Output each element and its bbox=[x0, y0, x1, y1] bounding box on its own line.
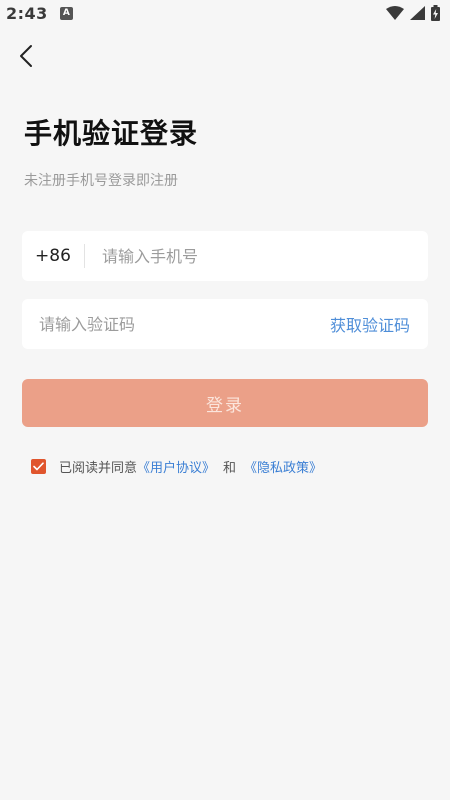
cellular-signal-icon bbox=[410, 6, 425, 20]
status-bar: 2:43 A bbox=[0, 0, 450, 26]
page-title: 手机验证登录 bbox=[24, 117, 199, 150]
verification-code-input[interactable] bbox=[39, 299, 330, 349]
battery-charging-icon bbox=[431, 5, 440, 21]
phone-input[interactable] bbox=[85, 231, 428, 281]
login-screen: 2:43 A 手机验证登录 未注册手机号登录即注册 +86 请输入手机号 请输入… bbox=[0, 0, 450, 800]
agreement-prefix: 已阅读并同意 bbox=[59, 460, 138, 476]
status-time: 2:43 bbox=[6, 3, 48, 23]
wifi-icon bbox=[386, 6, 404, 20]
notification-app-icon: A bbox=[59, 6, 73, 20]
user-agreement-link[interactable]: 《用户协议》 bbox=[137, 457, 215, 476]
checkmark-icon bbox=[33, 461, 44, 470]
agreement-and: 和 bbox=[223, 460, 237, 476]
back-button[interactable] bbox=[14, 42, 38, 70]
agreement-row: 已阅读并同意 《用户协议》 和 《隐私政策》 bbox=[31, 457, 322, 476]
country-code-selector[interactable]: +86 bbox=[22, 246, 84, 266]
agree-checkbox[interactable] bbox=[31, 458, 46, 474]
get-code-button[interactable]: 获取验证码 bbox=[330, 312, 410, 336]
status-left: 2:43 A bbox=[6, 4, 73, 23]
login-button[interactable]: 登录 bbox=[22, 379, 428, 427]
verification-code-field: 获取验证码 bbox=[22, 299, 428, 349]
privacy-policy-link[interactable]: 《隐私政策》 bbox=[244, 457, 322, 476]
status-right bbox=[386, 5, 440, 21]
chevron-left-icon bbox=[20, 45, 32, 67]
page-subtitle: 未注册手机号登录即注册 bbox=[24, 173, 178, 189]
phone-field: +86 bbox=[22, 231, 428, 281]
